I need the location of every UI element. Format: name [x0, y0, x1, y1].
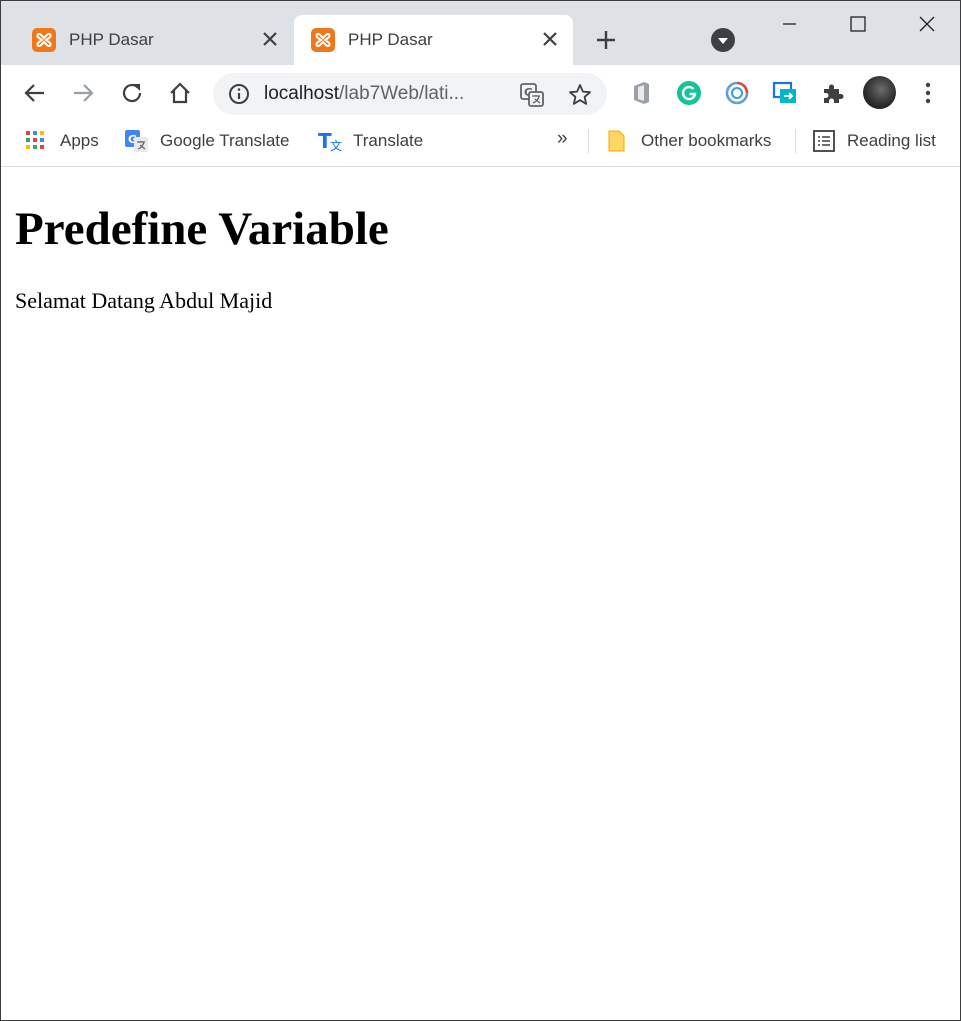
close-window-icon[interactable] [907, 9, 947, 41]
page-content: Predefine Variable Selamat Datang Abdul … [1, 168, 960, 1020]
bookmark-label: Translate [353, 131, 424, 150]
xampp-icon [32, 28, 56, 52]
reading-list[interactable]: Reading list [812, 120, 936, 162]
google-translate-icon: G [125, 129, 149, 153]
url-path: /lab7Web/lati... [339, 83, 465, 104]
bookmarks-bar: Apps G Google Translate T文 Translate » O… [1, 120, 960, 167]
maximize-icon[interactable] [838, 9, 878, 41]
reading-list-label: Reading list [847, 131, 936, 150]
tab-php-dasar-2[interactable]: PHP Dasar [294, 15, 573, 65]
tab-title: PHP Dasar [348, 30, 433, 49]
bookmark-google-translate[interactable]: G Google Translate [125, 120, 289, 162]
bookmarks-overflow-icon[interactable]: » [557, 128, 568, 150]
menu-kebab-icon[interactable] [918, 80, 938, 106]
translate-icon: T文 [318, 129, 342, 153]
tab-strip: PHP Dasar PHP Dasar [1, 1, 960, 65]
tab-php-dasar-1[interactable]: PHP Dasar [15, 15, 293, 65]
bookmark-label: Apps [60, 131, 99, 150]
bookmark-divider [588, 129, 589, 153]
apps-grid-icon [25, 129, 49, 153]
url-host: localhost [264, 83, 339, 104]
home-icon[interactable] [166, 79, 194, 107]
browser-window: PHP Dasar PHP Dasar localhost/lab7Web/la… [0, 0, 961, 1021]
other-bookmarks[interactable]: Other bookmarks [606, 120, 771, 162]
xampp-icon [311, 28, 335, 52]
other-bookmarks-label: Other bookmarks [641, 131, 772, 150]
svg-text:文: 文 [330, 138, 342, 153]
tab-title: PHP Dasar [69, 30, 154, 49]
translate-page-icon[interactable]: G [519, 82, 545, 108]
close-tab-icon[interactable] [259, 28, 281, 50]
forward-arrow-icon [69, 79, 97, 107]
office-extension-icon[interactable] [628, 80, 654, 106]
profile-avatar[interactable] [863, 76, 896, 109]
toolbar: localhost/lab7Web/lati... G [1, 65, 960, 120]
sync-extension-icon[interactable] [724, 80, 750, 106]
reload-icon[interactable] [118, 79, 146, 107]
bookmark-translate[interactable]: T文 Translate [318, 120, 423, 162]
close-tab-icon[interactable] [539, 28, 561, 50]
reading-list-icon [812, 129, 836, 153]
extensions-puzzle-icon[interactable] [820, 80, 846, 106]
bookmark-divider [795, 129, 796, 153]
url-text: localhost/lab7Web/lati... [264, 83, 464, 105]
address-bar[interactable]: localhost/lab7Web/lati... G [213, 73, 607, 115]
site-info-icon[interactable] [227, 82, 251, 106]
grammarly-icon[interactable] [676, 80, 702, 106]
bookmark-apps[interactable]: Apps [25, 120, 99, 162]
new-tab-icon[interactable] [591, 25, 621, 55]
bookmark-star-icon[interactable] [567, 82, 593, 108]
page-heading: Predefine Variable [15, 203, 389, 255]
folder-icon [606, 129, 630, 153]
screen-share-extension-icon[interactable] [772, 80, 798, 106]
tab-search-icon[interactable] [711, 28, 735, 52]
bookmark-label: Google Translate [160, 131, 290, 150]
minimize-icon[interactable] [769, 9, 809, 41]
back-arrow-icon[interactable] [21, 79, 49, 107]
welcome-text: Selamat Datang Abdul Majid [15, 288, 273, 313]
